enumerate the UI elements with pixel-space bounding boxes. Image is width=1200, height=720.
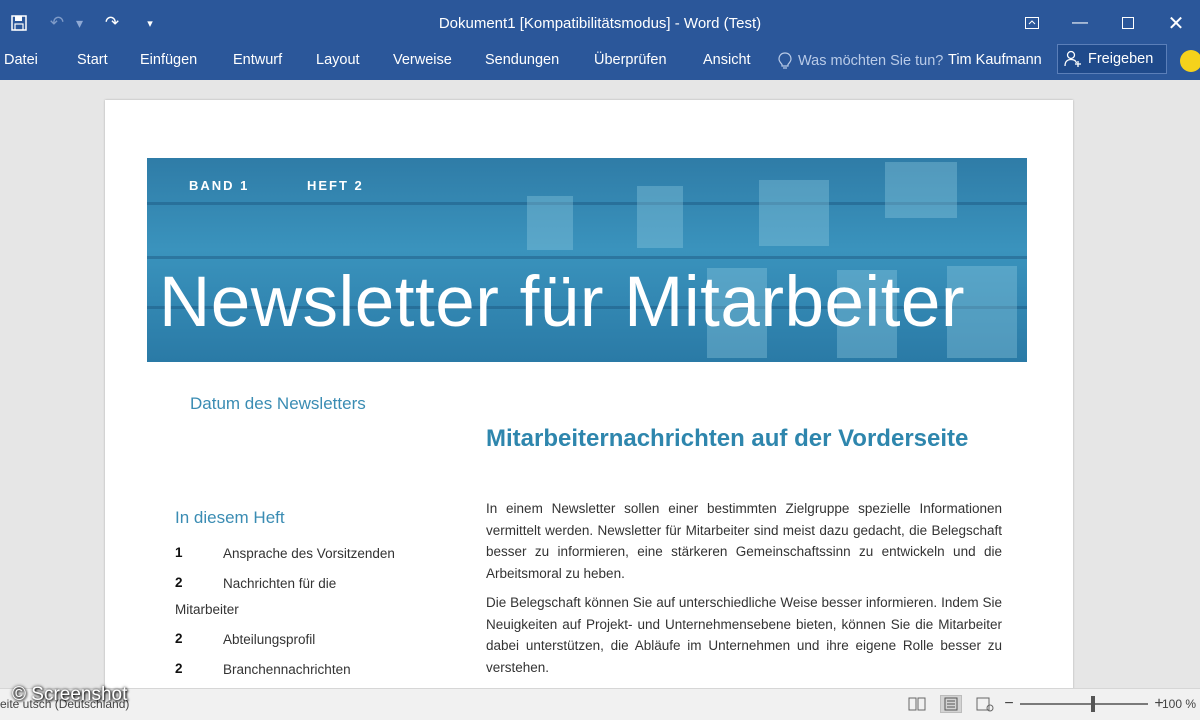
toc-page-number: 2: [175, 575, 183, 590]
ribbon-tabs: Datei Start Einfügen Entwurf Layout Verw…: [0, 44, 1200, 80]
toc-item[interactable]: 2 Branchennachrichten: [175, 656, 425, 686]
toc-item-text: Ansprache des Vorsitzenden: [223, 546, 395, 561]
banner-decor: [527, 196, 573, 250]
close-icon[interactable]: ✕: [1152, 0, 1200, 46]
banner-decor: [759, 180, 829, 246]
toc-page-number: 2: [175, 631, 183, 646]
smiley-feedback-icon[interactable]: [1180, 50, 1200, 72]
tab-einfuegen[interactable]: Einfügen: [140, 46, 197, 76]
share-person-icon: [1064, 50, 1081, 67]
minimize-icon[interactable]: —: [1056, 0, 1104, 46]
paragraph[interactable]: Die Belegschaft können Sie auf unterschi…: [486, 592, 1002, 678]
window-controls: — ✕: [1008, 0, 1200, 46]
banner-decor: [147, 256, 1027, 259]
tell-me-placeholder: Was möchten Sie tun?: [798, 53, 944, 69]
tab-ueberpruefen[interactable]: Überprüfen: [594, 46, 667, 76]
maximize-icon[interactable]: [1104, 0, 1152, 46]
zoom-level[interactable]: 100 %: [1162, 697, 1196, 711]
title-bar: ↶ ▾ ↷ ▾ Dokument1 [Kompatibilitätsmodus]…: [0, 0, 1200, 46]
toc-item-text: Nachrichten für die: [223, 576, 337, 591]
heft-label: HEFT 2: [307, 178, 364, 193]
tab-datei[interactable]: Datei: [4, 46, 38, 76]
tab-layout[interactable]: Layout: [316, 46, 360, 76]
banner-decor: [885, 162, 957, 218]
web-layout-icon[interactable]: [974, 695, 996, 713]
document-area[interactable]: BAND 1 HEFT 2 Newsletter für Mitarbeiter…: [0, 80, 1200, 688]
view-buttons: [906, 695, 1008, 713]
toc-page-number: 2: [175, 661, 183, 676]
status-bar: eite utsch (Deutschland) − + 100 %: [0, 688, 1200, 720]
tab-entwurf[interactable]: Entwurf: [233, 46, 282, 76]
newsletter-date-placeholder[interactable]: Datum des Newsletters: [190, 394, 366, 414]
tell-me-box[interactable]: Was möchten Sie tun?: [778, 46, 943, 76]
print-layout-icon[interactable]: [940, 695, 962, 713]
tab-sendungen[interactable]: Sendungen: [485, 46, 559, 76]
read-mode-icon[interactable]: [906, 695, 928, 713]
share-label: Freigeben: [1088, 51, 1154, 67]
tab-verweise[interactable]: Verweise: [393, 46, 452, 76]
document-page[interactable]: BAND 1 HEFT 2 Newsletter für Mitarbeiter…: [105, 100, 1073, 688]
zoom-track[interactable]: [1020, 696, 1148, 712]
zoom-slider[interactable]: − +: [1002, 695, 1166, 713]
toc-item-text: Branchennachrichten: [223, 662, 351, 677]
paragraph[interactable]: In einem Newsletter sollen einer bestimm…: [486, 498, 1002, 584]
screenshot-watermark: © Screenshot: [12, 684, 128, 705]
band-label: BAND 1: [189, 178, 250, 193]
share-button[interactable]: Freigeben: [1057, 44, 1167, 74]
toc-item-text-cont: Mitarbeiter: [175, 602, 239, 617]
toc-item[interactable]: 2 Nachrichten für die Mitarbeiter: [175, 570, 425, 626]
newsletter-banner: BAND 1 HEFT 2 Newsletter für Mitarbeiter: [147, 158, 1027, 362]
toc-item-text: Abteilungsprofil: [223, 632, 316, 647]
newsletter-headline: Newsletter für Mitarbeiter: [159, 263, 966, 342]
lightbulb-icon: [778, 52, 792, 69]
front-page-heading[interactable]: Mitarbeiternachrichten auf der Vordersei…: [486, 425, 968, 453]
toc-page-number: 1: [175, 545, 183, 560]
toc-item[interactable]: 1 Ansprache des Vorsitzenden: [175, 540, 425, 570]
tab-start[interactable]: Start: [77, 46, 108, 76]
toc-item[interactable]: 2 Abteilungsprofil: [175, 626, 425, 656]
article-body[interactable]: In einem Newsletter sollen einer bestimm…: [486, 498, 1002, 686]
ribbon-display-options-icon[interactable]: [1008, 0, 1056, 46]
zoom-out-icon[interactable]: −: [1002, 695, 1016, 713]
toc-title[interactable]: In diesem Heft: [175, 508, 285, 528]
zoom-thumb[interactable]: [1091, 696, 1095, 712]
user-name[interactable]: Tim Kaufmann: [948, 46, 1042, 76]
tab-ansicht[interactable]: Ansicht: [703, 46, 751, 76]
banner-decor: [637, 186, 683, 248]
table-of-contents: 1 Ansprache des Vorsitzenden 2 Nachricht…: [175, 540, 425, 686]
